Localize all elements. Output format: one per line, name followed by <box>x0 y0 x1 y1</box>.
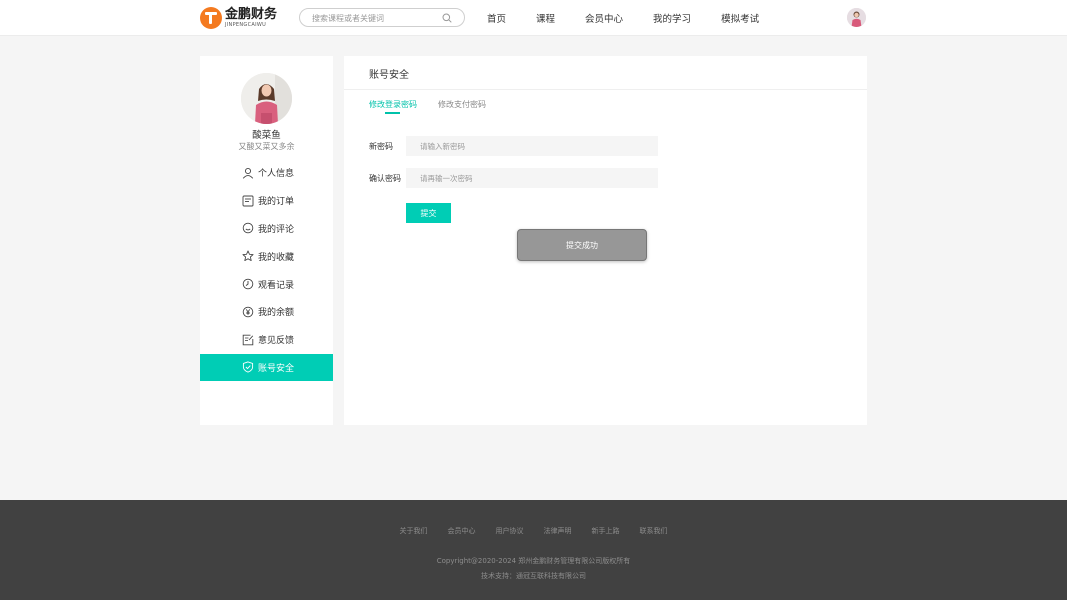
footer-link-about-us[interactable]: 关于我们 <box>400 526 428 536</box>
panel-title: 账号安全 <box>369 70 409 81</box>
page-footer: 关于我们 会员中心 用户协议 法律声明 新手上路 联系我们 Copyright@… <box>0 500 1067 600</box>
sidebar-item-my-balance[interactable]: 我的余额 <box>200 298 333 326</box>
sidebar-item-label: 我的余额 <box>258 308 295 319</box>
top-header: 金鹏财务 JINPENGCAIWU 首页 课程 会员中心 我的学习 模拟考试 <box>0 0 1067 36</box>
search-icon[interactable] <box>442 13 452 23</box>
nav-item-my-learning[interactable]: 我的学习 <box>653 11 691 25</box>
sidebar-item-personal-info[interactable]: 个人信息 <box>200 159 333 187</box>
tab-change-login-password[interactable]: 修改登录密码 <box>369 99 417 110</box>
footer-link-member-center[interactable]: 会员中心 <box>448 526 476 536</box>
user-sidebar: 酸菜鱼 又酸又菜又多余 个人信息 我的订单 我的评论 我的收藏 观看记录 我的余… <box>200 56 333 425</box>
sidebar-item-label: 账号安全 <box>258 363 295 374</box>
search-box <box>299 8 465 27</box>
sidebar-item-label: 我的订单 <box>258 197 295 208</box>
submit-button[interactable]: 提交 <box>406 203 451 223</box>
search-input[interactable] <box>312 11 432 25</box>
footer-link-getting-started[interactable]: 新手上路 <box>592 526 620 536</box>
sidebar-item-watch-history[interactable]: 观看记录 <box>200 270 333 298</box>
nav-item-home[interactable]: 首页 <box>487 11 506 25</box>
feedback-icon <box>242 334 254 346</box>
logo-subtitle: JINPENGCAIWU <box>225 22 267 28</box>
sidebar-item-label: 我的评论 <box>258 224 295 235</box>
sidebar-item-label: 观看记录 <box>258 280 295 291</box>
shield-icon <box>242 361 254 374</box>
order-icon <box>242 195 254 207</box>
sidebar-item-my-comments[interactable]: 我的评论 <box>200 215 333 243</box>
footer-links: 关于我们 会员中心 用户协议 法律声明 新手上路 联系我们 <box>0 526 1067 536</box>
user-icon <box>242 167 254 179</box>
logo-mark-icon <box>200 7 222 29</box>
yen-icon <box>242 306 254 318</box>
nav-item-mock-exam[interactable]: 模拟考试 <box>721 11 759 25</box>
footer-link-contact-us[interactable]: 联系我们 <box>640 526 668 536</box>
footer-tech-support: 技术支持：通冠互联科技有限公司 <box>481 572 586 580</box>
star-icon <box>242 250 254 262</box>
success-toast: 提交成功 <box>517 229 647 261</box>
new-password-label: 新密码 <box>369 142 393 151</box>
brand-logo[interactable]: 金鹏财务 JINPENGCAIWU <box>200 6 280 30</box>
confirm-password-input[interactable] <box>406 168 658 188</box>
panel-divider <box>344 89 867 90</box>
footer-link-legal-notice[interactable]: 法律声明 <box>544 526 572 536</box>
sidebar-item-feedback[interactable]: 意见反馈 <box>200 326 333 354</box>
sidebar-item-my-favorites[interactable]: 我的收藏 <box>200 242 333 270</box>
profile-name: 酸菜鱼 <box>252 130 281 141</box>
new-password-input[interactable] <box>406 136 658 156</box>
profile-signature: 又酸又菜又多余 <box>238 142 295 151</box>
footer-copyright: Copyright@2020-2024 郑州金鹏财务管理有限公司版权所有 <box>436 557 631 565</box>
clock-icon <box>242 278 254 290</box>
nav-item-member-center[interactable]: 会员中心 <box>585 11 623 25</box>
logo-title: 金鹏财务 <box>225 7 278 22</box>
sidebar-item-account-security[interactable]: 账号安全 <box>200 353 333 382</box>
confirm-password-label: 确认密码 <box>369 174 401 183</box>
tab-change-payment-password[interactable]: 修改支付密码 <box>438 99 486 110</box>
sidebar-item-label: 我的收藏 <box>258 252 295 263</box>
sidebar-item-label: 个人信息 <box>258 169 295 180</box>
header-user-avatar[interactable] <box>847 8 866 27</box>
nav-item-courses[interactable]: 课程 <box>536 11 555 25</box>
main-nav: 首页 课程 会员中心 我的学习 模拟考试 <box>487 0 789 36</box>
sidebar-item-my-orders[interactable]: 我的订单 <box>200 187 333 215</box>
sidebar-menu: 个人信息 我的订单 我的评论 我的收藏 观看记录 我的余额 意见反馈 账号安全 <box>200 159 333 382</box>
footer-link-user-agreement[interactable]: 用户协议 <box>496 526 524 536</box>
active-tab-indicator <box>385 112 400 114</box>
comment-icon <box>242 222 254 234</box>
sidebar-item-label: 意见反馈 <box>258 336 295 347</box>
profile-avatar[interactable] <box>241 73 292 124</box>
account-security-panel: 账号安全 修改登录密码 修改支付密码 新密码 确认密码 提交 提交成功 <box>344 56 867 425</box>
